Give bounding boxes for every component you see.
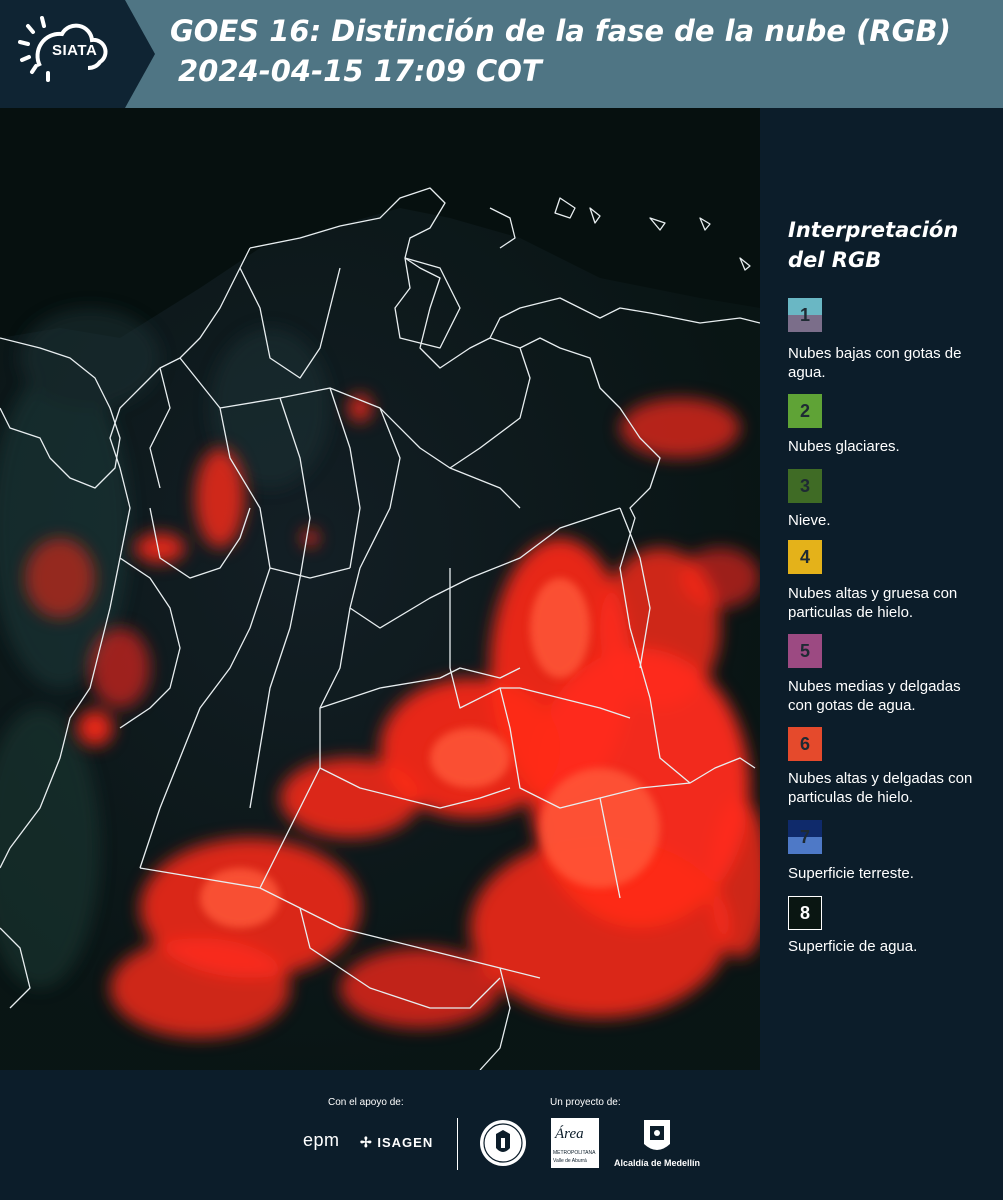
isagen-logo-text: ISAGEN <box>377 1135 434 1150</box>
legend-swatch-8: 8 <box>788 896 822 930</box>
area-metropolitana-text: Área <box>555 1126 584 1142</box>
legend-swatch-7: 7 <box>788 820 822 854</box>
isagen-mark-icon: ✢ <box>360 1134 373 1150</box>
legend-title: Interpretación del RGB <box>788 218 959 272</box>
area-metropolitana-sub2: Valle de Aburrá <box>553 1158 587 1164</box>
legend-swatch-4: 4 <box>788 540 822 574</box>
legend-swatch-2: 2 <box>788 394 822 428</box>
support-label: Con el apoyo de: <box>328 1097 404 1108</box>
legend-swatch-1: 1 <box>788 298 822 332</box>
legend-num-8: 8 <box>799 902 810 923</box>
legend-num-3: 3 <box>799 475 810 496</box>
legend-num-6: 6 <box>799 733 810 754</box>
legend-num-5: 5 <box>799 640 810 661</box>
legend-label-5: Nubes medias y delgadas con gotas de agu… <box>788 678 961 714</box>
isagen-logo: ✢ ISAGEN <box>360 1134 433 1151</box>
legend-num-1: 1 <box>799 304 810 325</box>
legend-label-4: Nubes altas y gruesa con particulas de h… <box>788 585 958 621</box>
satellite-map[interactable] <box>0 108 760 1070</box>
legend-label-1: Nubes bajas con gotas de agua. <box>788 345 962 381</box>
legend-label-8: Superficie de agua. <box>788 938 918 955</box>
project-label: Un proyecto de: <box>550 1097 621 1108</box>
legend-num-4: 4 <box>799 546 810 567</box>
legend-label-6: Nubes altas y delgadas con particulas de… <box>788 770 973 806</box>
siata-logo-text: SIATA <box>52 42 98 59</box>
legend-swatch-3: 3 <box>788 469 822 503</box>
alcaldia-medellin-logo: Alcaldía de Medellín <box>612 1118 702 1170</box>
page-timestamp: 2024-04-15 17:09 COT <box>178 54 542 88</box>
footer-divider <box>457 1118 458 1170</box>
area-metropolitana-logo: Área METROPOLITANA Valle de Aburrá <box>551 1118 599 1168</box>
legend-label-3: Nieve. <box>788 512 831 529</box>
siata-logo: SIATA <box>0 0 155 108</box>
legend-num-2: 2 <box>799 400 810 421</box>
page-title: GOES 16: Distinción de la fase de la nub… <box>170 14 951 48</box>
legend-swatch-6: 6 <box>788 727 822 761</box>
area-metropolitana-sub: METROPOLITANA <box>553 1150 596 1156</box>
epm-logo-text: epm <box>303 1130 340 1150</box>
legend-label-2: Nubes glaciares. <box>788 438 900 455</box>
epm-logo: epm <box>303 1130 340 1151</box>
alcaldia-text: Alcaldía de Medellín <box>613 1158 701 1168</box>
header-bar: SIATA GOES 16: Distinción de la fase de … <box>0 0 1003 108</box>
legend-label-7: Superficie terreste. <box>788 865 914 882</box>
legend-num-7: 7 <box>799 826 810 847</box>
universidad-seal-icon <box>478 1118 528 1172</box>
legend-swatch-5: 5 <box>788 634 822 668</box>
alcaldia-shield-icon <box>644 1120 670 1150</box>
